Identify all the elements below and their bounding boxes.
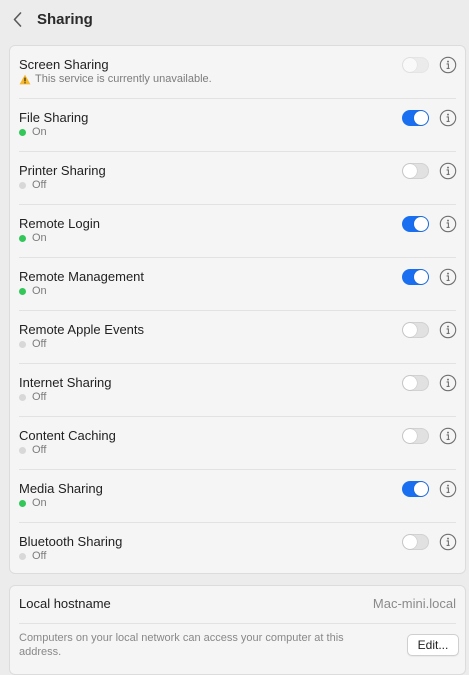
service-status: Off — [19, 391, 46, 403]
service-name: Screen Sharing — [19, 57, 109, 72]
service-status: Off — [19, 338, 46, 350]
service-name: Internet Sharing — [19, 375, 112, 390]
warning-icon — [19, 74, 31, 85]
service-row-file-sharing: File Sharing On — [10, 99, 465, 152]
service-name: Remote Management — [19, 269, 145, 284]
edit-hostname-button[interactable]: Edit... — [407, 634, 459, 656]
service-row-remote-login: Remote Login On — [10, 205, 465, 258]
toggle-switch[interactable] — [402, 322, 429, 338]
service-row-media-sharing: Media Sharing On — [10, 470, 465, 523]
status-text: On — [32, 285, 47, 297]
toggle-switch[interactable] — [402, 428, 429, 444]
status-dot — [19, 340, 26, 348]
service-status: On — [19, 126, 47, 138]
service-name: Remote Login — [19, 216, 100, 231]
service-row-internet-sharing: Internet Sharing Off — [10, 364, 465, 417]
header: Sharing — [0, 0, 469, 38]
toggle-switch[interactable] — [402, 481, 429, 497]
hostname-description: Computers on your local network can acce… — [19, 632, 344, 658]
chevron-left-icon — [13, 11, 21, 27]
status-dot — [19, 287, 26, 295]
status-text: On — [32, 232, 47, 244]
toggle-switch[interactable] — [402, 57, 429, 73]
service-status: On — [19, 285, 47, 297]
status-dot — [19, 181, 26, 189]
service-row-remote-management: Remote Management On — [10, 258, 465, 311]
service-name: Content Caching — [19, 428, 116, 443]
toggle-knob — [403, 376, 417, 390]
divider — [19, 623, 456, 624]
info-icon[interactable] — [439, 374, 457, 392]
info-icon[interactable] — [439, 533, 457, 551]
toggle-knob — [414, 217, 428, 231]
service-row-remote-apple-events: Remote Apple Events Off — [10, 311, 465, 364]
hostname-value: Mac-mini.local — [372, 596, 456, 611]
service-status: On — [19, 232, 47, 244]
info-icon[interactable] — [439, 109, 457, 127]
services-card: Screen Sharing This service is currently… — [9, 45, 466, 574]
service-name: Printer Sharing — [19, 163, 106, 178]
service-row-content-caching: Content Caching Off — [10, 417, 465, 470]
info-icon[interactable] — [439, 162, 457, 180]
toggle-switch[interactable] — [402, 375, 429, 391]
service-name: Remote Apple Events — [19, 322, 145, 337]
service-row-screen-sharing: Screen Sharing This service is currently… — [10, 46, 465, 99]
service-status: Off — [19, 444, 46, 456]
toggle-switch[interactable] — [402, 163, 429, 179]
hostname-card: Local hostname Mac-mini.local Computers … — [9, 585, 466, 675]
service-name: File Sharing — [19, 110, 89, 125]
info-icon[interactable] — [439, 321, 457, 339]
service-status: On — [19, 497, 47, 509]
toggle-knob — [414, 111, 428, 125]
toggle-knob — [403, 535, 417, 549]
status-dot — [19, 128, 26, 136]
service-status: Off — [19, 179, 46, 191]
service-status: Off — [19, 550, 46, 562]
service-status: This service is currently unavailable. — [19, 73, 212, 85]
status-dot — [19, 499, 26, 507]
status-text: Off — [32, 338, 47, 350]
hostname-row: Local hostname Mac-mini.local — [10, 586, 465, 624]
toggle-switch[interactable] — [402, 269, 429, 285]
status-text: Off — [32, 179, 47, 191]
status-text: Off — [32, 444, 47, 456]
toggle-switch[interactable] — [402, 216, 429, 232]
status-dot — [19, 234, 26, 242]
info-icon[interactable] — [439, 427, 457, 445]
info-icon[interactable] — [439, 480, 457, 498]
toggle-switch[interactable] — [402, 110, 429, 126]
toggle-knob — [403, 58, 417, 72]
service-name: Bluetooth Sharing — [19, 534, 123, 549]
back-button[interactable] — [8, 9, 26, 29]
toggle-knob — [414, 482, 428, 496]
info-icon[interactable] — [439, 56, 457, 74]
info-icon[interactable] — [439, 268, 457, 286]
toggle-knob — [403, 323, 417, 337]
status-text: Off — [32, 391, 47, 403]
status-text: On — [32, 126, 47, 138]
service-row-bluetooth-sharing: Bluetooth Sharing Off — [10, 523, 465, 576]
toggle-knob — [403, 429, 417, 443]
status-dot — [19, 393, 26, 401]
status-text: Off — [32, 550, 47, 562]
status-dot — [19, 446, 26, 454]
service-name: Media Sharing — [19, 481, 103, 496]
service-row-printer-sharing: Printer Sharing Off — [10, 152, 465, 205]
status-text: On — [32, 497, 47, 509]
info-icon[interactable] — [439, 215, 457, 233]
page-title: Sharing — [37, 10, 93, 28]
hostname-label: Local hostname — [19, 596, 111, 611]
status-text: This service is currently unavailable. — [35, 73, 212, 85]
toggle-switch[interactable] — [402, 534, 429, 550]
toggle-knob — [403, 164, 417, 178]
toggle-knob — [414, 270, 428, 284]
status-dot — [19, 552, 26, 560]
